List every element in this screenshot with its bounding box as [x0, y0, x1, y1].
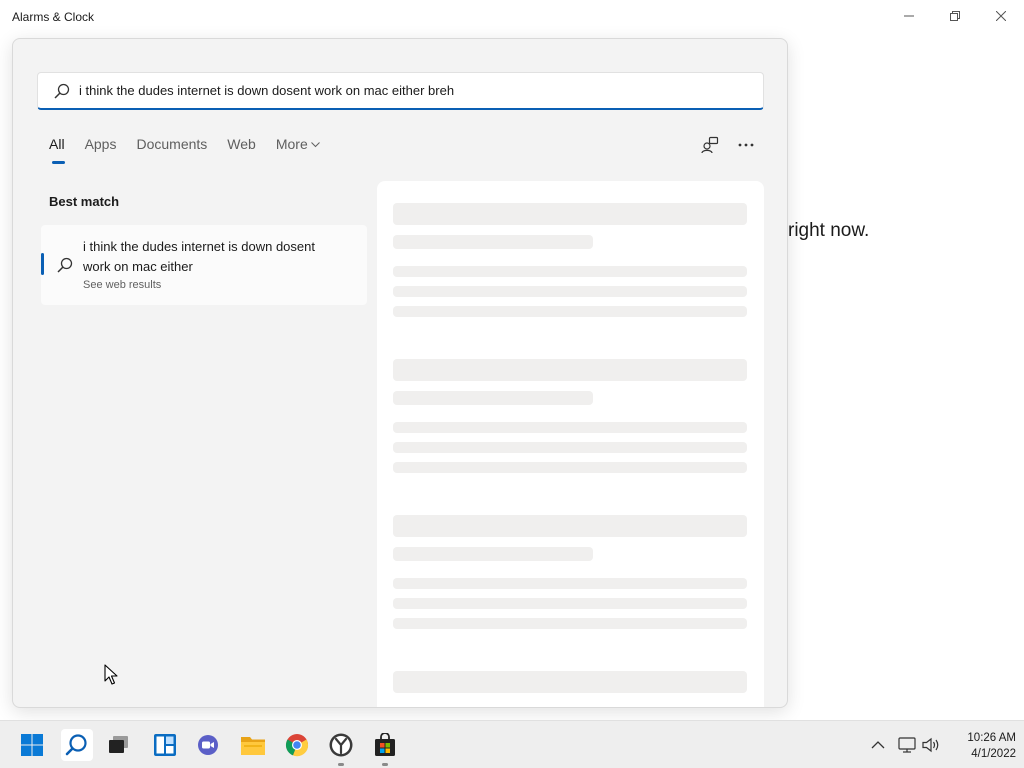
- more-options-icon: [738, 143, 754, 147]
- minimize-button[interactable]: [886, 0, 932, 32]
- best-match-result[interactable]: i think the dudes internet is down dosen…: [41, 225, 367, 305]
- skeleton-bar: [393, 359, 747, 381]
- skeleton-line: [393, 442, 747, 453]
- chevron-down-icon: [310, 142, 320, 148]
- skeleton-bar: [393, 235, 593, 249]
- start-button[interactable]: [16, 729, 48, 761]
- skeleton-bar: [393, 203, 747, 225]
- alarms-clock-icon: [329, 733, 353, 757]
- tab-more[interactable]: More: [276, 136, 320, 164]
- close-icon: [996, 11, 1006, 21]
- skeleton-bar: [393, 515, 747, 537]
- skeleton-line: [393, 306, 747, 317]
- restore-button[interactable]: [932, 0, 978, 32]
- title-bar: Alarms & Clock: [0, 0, 1024, 34]
- skeleton-line: [393, 618, 747, 629]
- tab-documents[interactable]: Documents: [136, 136, 207, 164]
- file-explorer-button[interactable]: [237, 729, 269, 761]
- tab-apps[interactable]: Apps: [85, 136, 117, 164]
- taskbar: 10:26 AM 4/1/2022: [0, 720, 1024, 768]
- selection-indicator: [41, 253, 44, 275]
- window-title: Alarms & Clock: [12, 10, 95, 24]
- search-scope-tabs: All Apps Documents Web More: [49, 136, 340, 164]
- restore-icon: [950, 11, 960, 21]
- skeleton-line: [393, 578, 747, 589]
- store-icon: [375, 733, 395, 756]
- task-view-button[interactable]: [103, 729, 135, 761]
- close-button[interactable]: [978, 0, 1024, 32]
- running-indicator: [338, 763, 344, 766]
- clock-date: 4/1/2022: [971, 748, 1016, 760]
- tab-all[interactable]: All: [49, 136, 65, 164]
- volume-icon: [922, 737, 939, 753]
- best-match-heading: Best match: [49, 194, 120, 209]
- best-match-subtitle: See web results: [83, 279, 162, 291]
- widgets-icon: [154, 734, 176, 756]
- skeleton-line: [393, 462, 747, 473]
- running-indicator: [382, 763, 388, 766]
- taskbar-clock[interactable]: 10:26 AM 4/1/2022: [946, 730, 1016, 762]
- start-icon: [21, 734, 43, 756]
- search-input[interactable]: [79, 83, 719, 98]
- account-switch-button[interactable]: [696, 133, 724, 157]
- chrome-icon: [285, 734, 309, 757]
- store-button[interactable]: [369, 729, 401, 766]
- account-switch-icon: [701, 136, 719, 154]
- chat-button[interactable]: [192, 729, 224, 761]
- chrome-button[interactable]: [281, 729, 313, 761]
- best-match-title: i think the dudes internet is down dosen…: [83, 239, 315, 274]
- skeleton-line: [393, 266, 747, 277]
- skeleton-line: [393, 422, 747, 433]
- tab-more-label: More: [275, 136, 308, 152]
- preview-pane-loading: [377, 181, 764, 707]
- task-view-icon: [109, 736, 128, 753]
- volume-button[interactable]: [919, 733, 943, 757]
- network-icon: [898, 737, 916, 753]
- network-button[interactable]: [895, 733, 919, 757]
- background-app-text: right now.: [788, 220, 870, 241]
- chevron-up-icon: [871, 741, 885, 749]
- alarms-clock-button[interactable]: [325, 729, 357, 766]
- taskbar-search-button[interactable]: [61, 729, 93, 761]
- clock-time: 10:26 AM: [967, 732, 1016, 744]
- skeleton-line: [393, 286, 747, 297]
- skeleton-bar: [393, 547, 593, 561]
- skeleton-line: [393, 598, 747, 609]
- minimize-icon: [904, 15, 914, 17]
- search-icon: [57, 257, 73, 273]
- search-flyout: All Apps Documents Web More Best match i…: [12, 38, 788, 708]
- more-options-button[interactable]: [732, 133, 760, 157]
- chat-icon: [198, 735, 218, 755]
- search-box[interactable]: [37, 72, 764, 110]
- mouse-cursor-icon: [104, 664, 118, 685]
- search-icon: [65, 734, 87, 756]
- show-hidden-icons-button[interactable]: [866, 733, 890, 757]
- tab-web[interactable]: Web: [227, 136, 256, 164]
- skeleton-bar: [393, 391, 593, 405]
- widgets-button[interactable]: [149, 729, 181, 761]
- file-explorer-icon: [241, 737, 265, 755]
- skeleton-bar: [393, 671, 747, 693]
- search-icon: [54, 83, 70, 99]
